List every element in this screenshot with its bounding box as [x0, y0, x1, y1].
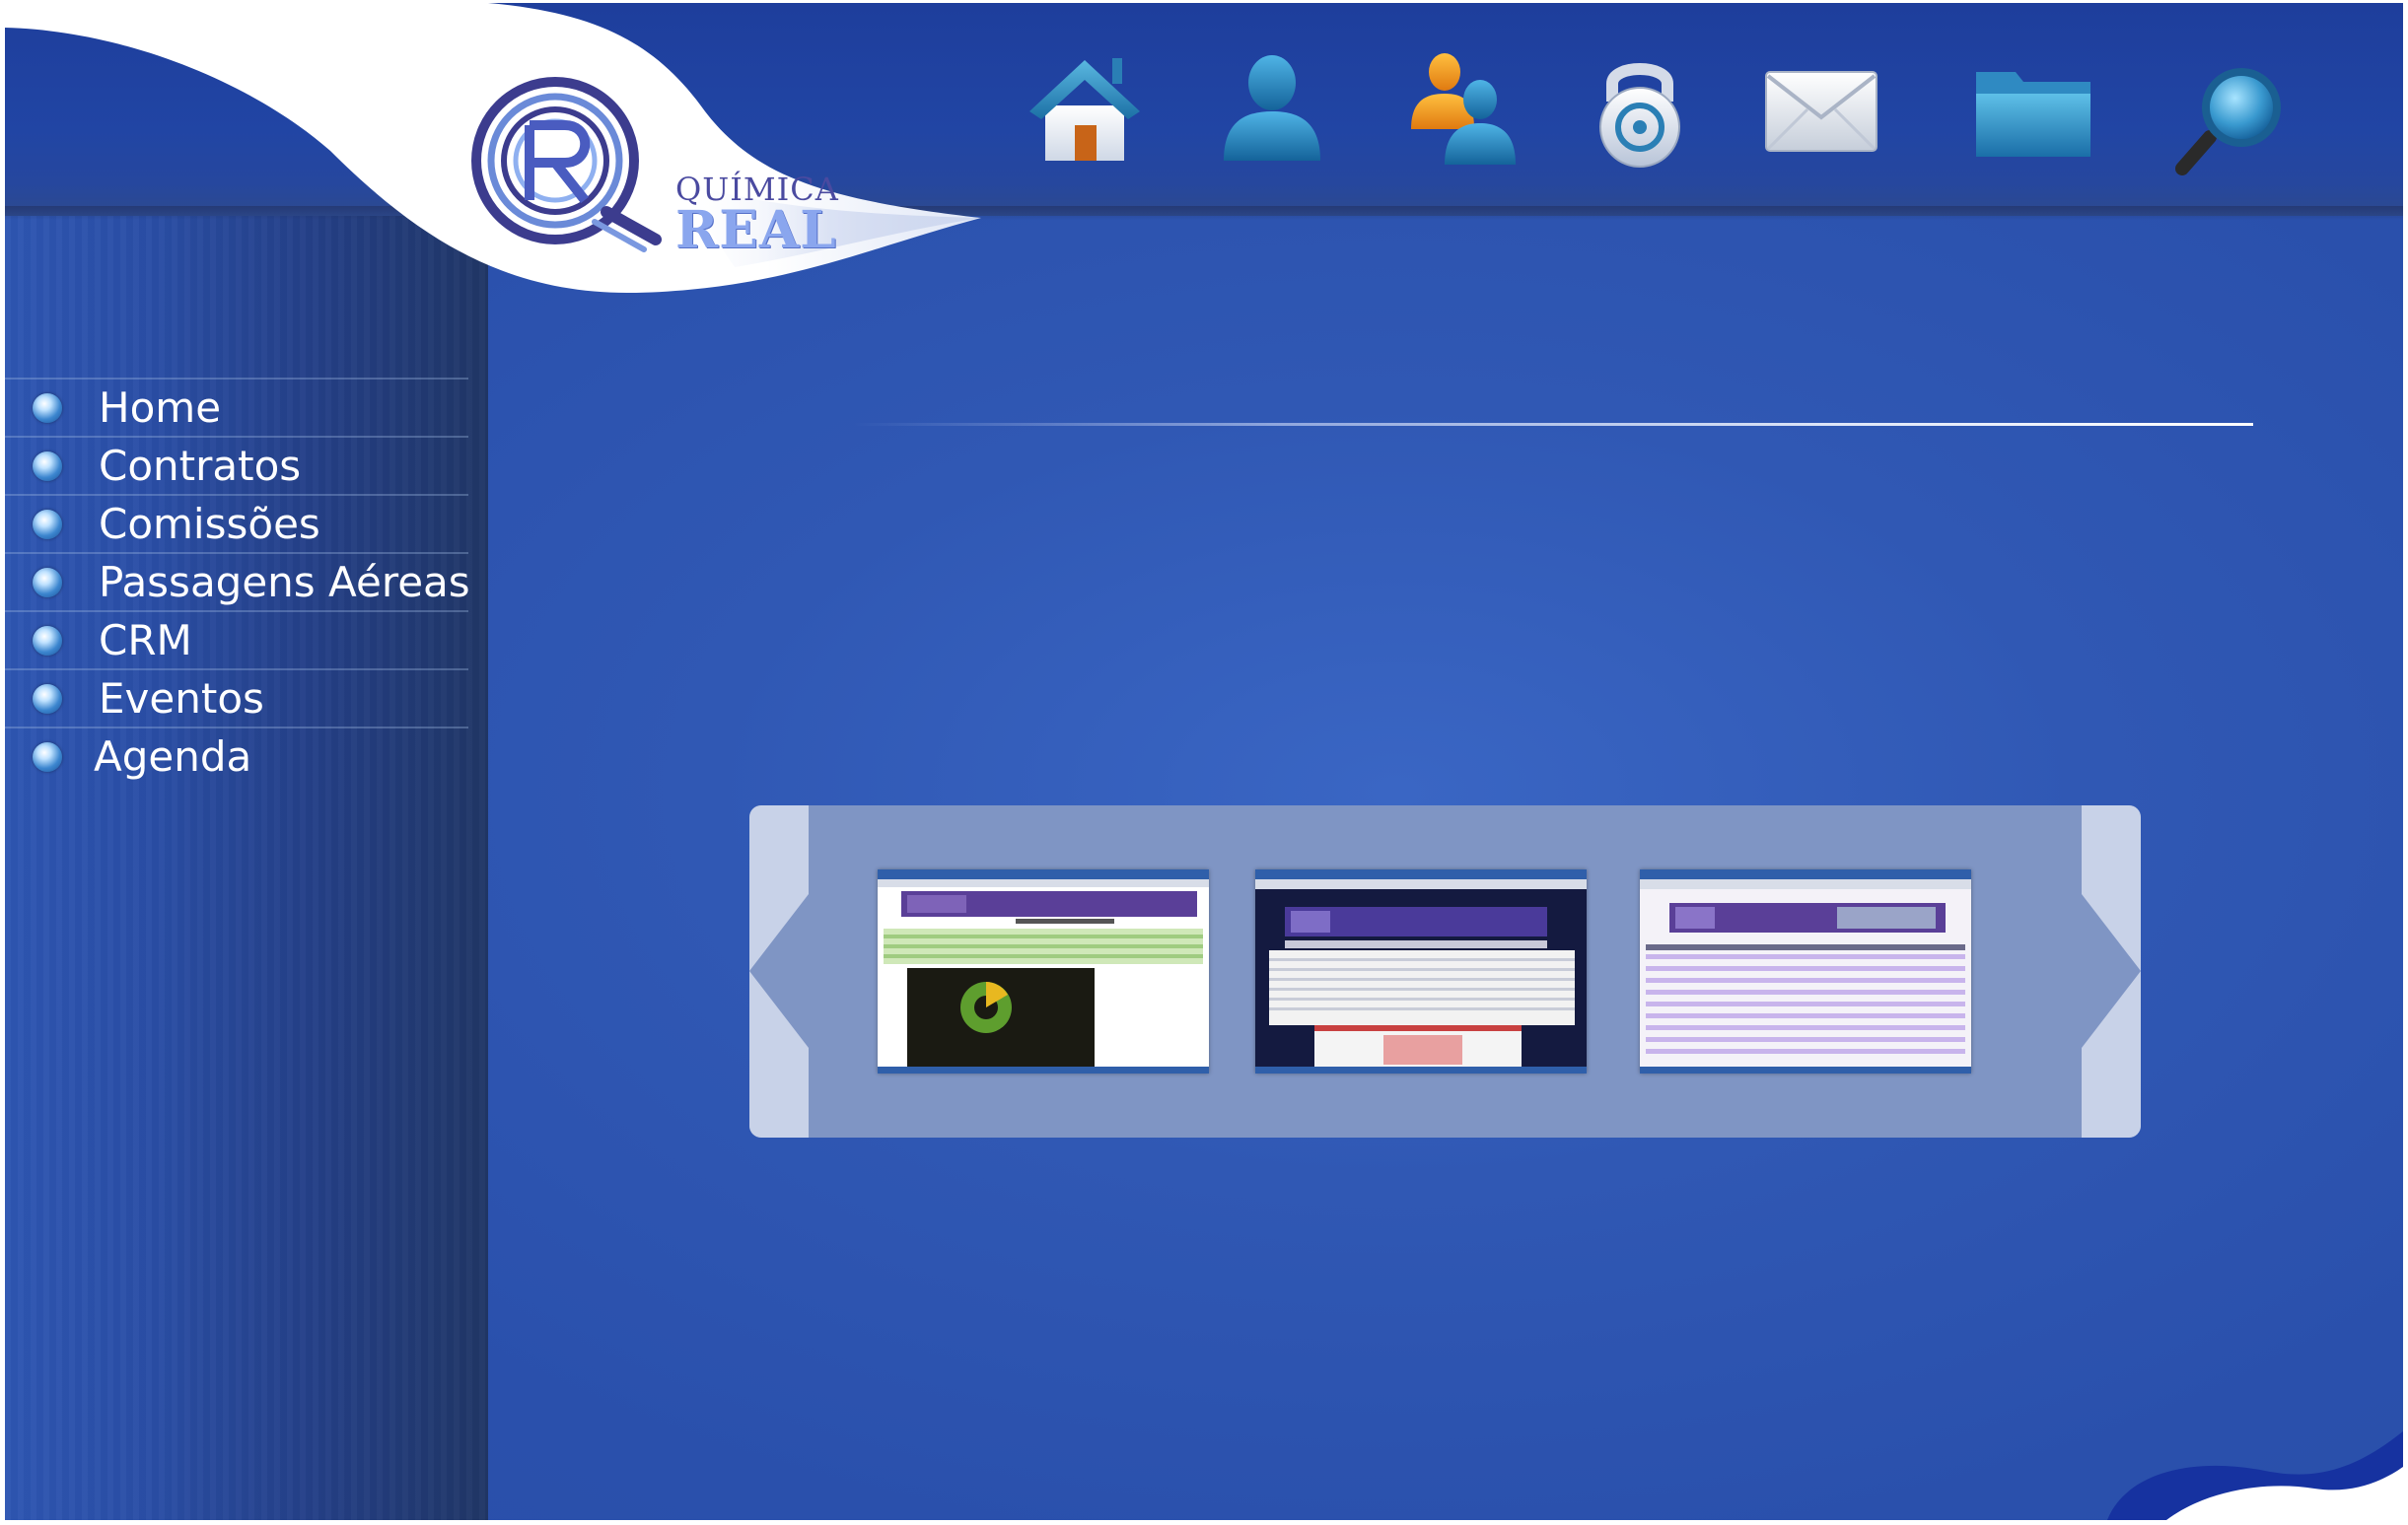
menu-item-label: Passagens Aéreas — [99, 558, 470, 606]
sidebar-menu: Home Contratos Comissões Passagens Aérea… — [5, 378, 470, 785]
app-window: QUÍMICA REAL Home Contratos Comissões Pa… — [5, 3, 2403, 1520]
menu-item-label: Agenda — [94, 732, 252, 781]
folder-icon[interactable] — [1972, 64, 2095, 163]
menu-item-home[interactable]: Home — [5, 378, 468, 436]
brand-line-2: REAL — [675, 200, 837, 260]
home-icon[interactable] — [1026, 50, 1144, 169]
menu-item-crm[interactable]: CRM — [5, 610, 468, 668]
menu-item-label: Eventos — [99, 674, 264, 723]
thumbnail-report[interactable] — [878, 869, 1209, 1074]
bullet-icon — [33, 683, 62, 714]
bullet-icon — [33, 741, 62, 772]
menu-item-label: Contratos — [99, 442, 302, 490]
carousel-prev-button[interactable] — [749, 805, 809, 1138]
user-icon[interactable] — [1216, 50, 1329, 169]
bullet-icon — [33, 509, 62, 539]
bullet-icon — [33, 567, 62, 597]
company-logo — [471, 77, 662, 252]
thumbnail-commissions[interactable] — [1640, 869, 1971, 1074]
content-divider — [853, 423, 2253, 426]
bullet-icon — [33, 625, 62, 656]
menu-item-agenda[interactable]: Agenda — [5, 727, 468, 785]
mail-icon[interactable] — [1762, 64, 1880, 159]
screenshot-carousel — [749, 805, 2141, 1138]
menu-item-eventos[interactable]: Eventos — [5, 668, 468, 727]
carousel-next-button[interactable] — [2082, 805, 2141, 1138]
menu-item-label: CRM — [99, 616, 192, 664]
menu-item-label: Home — [99, 383, 222, 432]
arrow-left-icon — [749, 894, 809, 1048]
lock-icon[interactable] — [1591, 50, 1689, 169]
menu-item-label: Comissões — [99, 500, 320, 548]
bullet-icon — [33, 451, 62, 481]
users-icon[interactable] — [1405, 50, 1523, 173]
bullet-icon — [33, 392, 62, 423]
menu-item-comissoes[interactable]: Comissões — [5, 494, 468, 552]
menu-item-contratos[interactable]: Contratos — [5, 436, 468, 494]
menu-item-passagens-aereas[interactable]: Passagens Aéreas — [5, 552, 470, 610]
arrow-right-icon — [2082, 894, 2141, 1048]
search-icon[interactable] — [2172, 62, 2291, 178]
thumbnail-contracts[interactable] — [1255, 869, 1587, 1074]
footer-swoosh — [2107, 1431, 2403, 1520]
